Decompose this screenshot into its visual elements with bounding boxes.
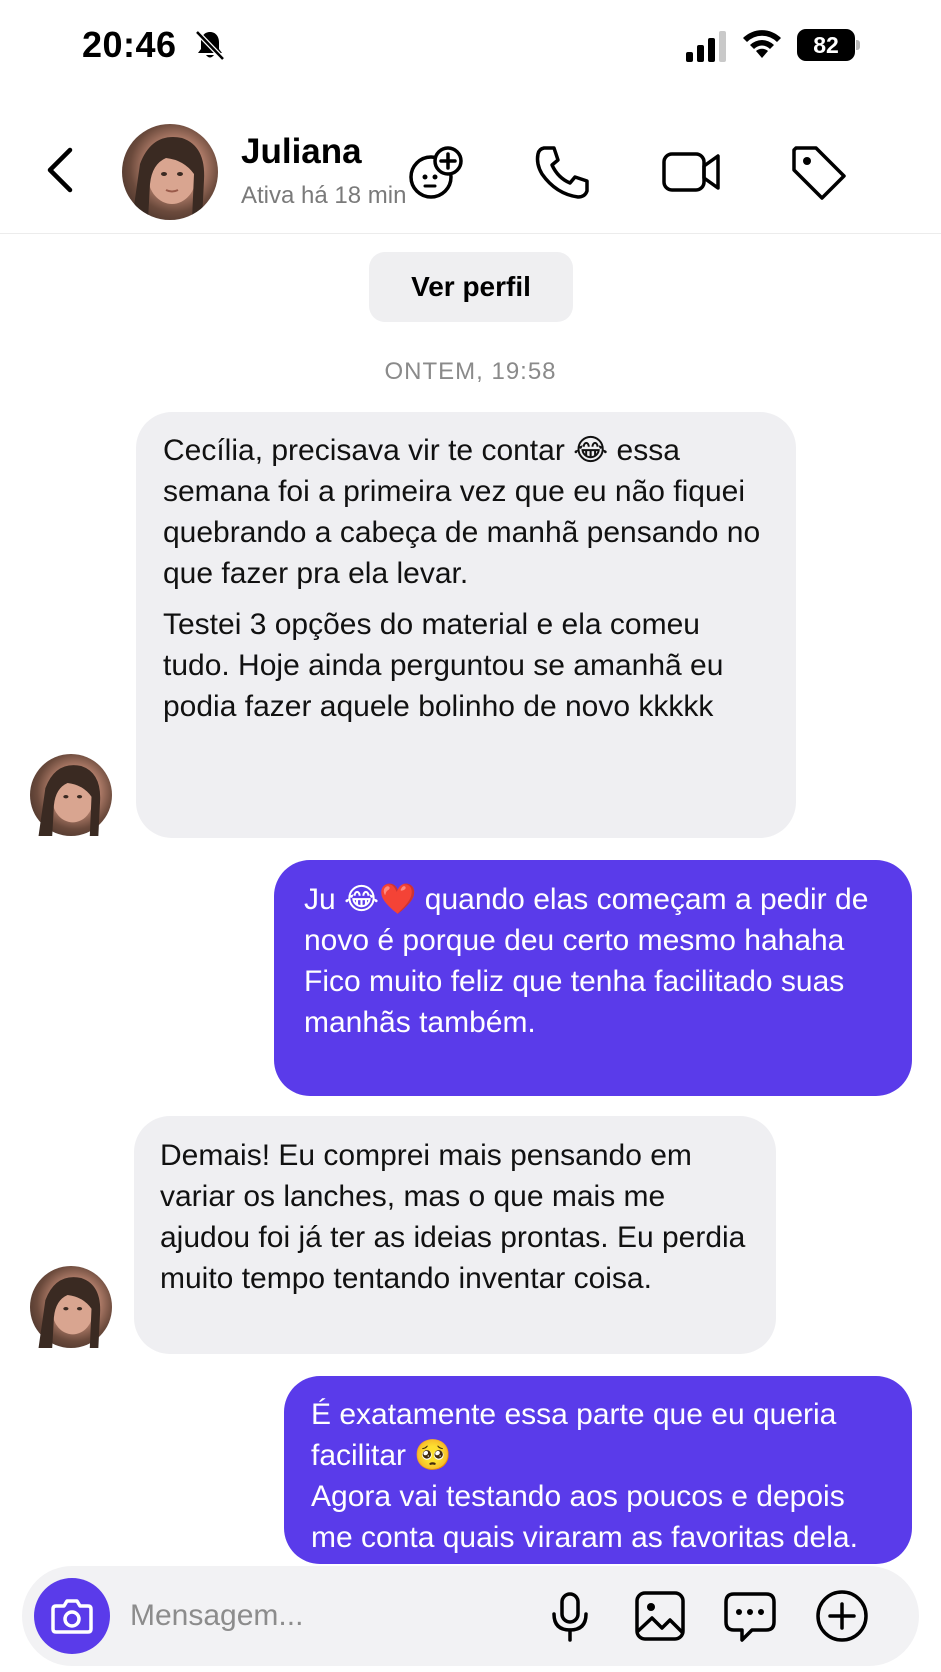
avatar-photo bbox=[38, 1277, 101, 1348]
message-bubble-incoming[interactable]: Demais! Eu comprei mais pensando em vari… bbox=[134, 1116, 776, 1354]
camera-button[interactable] bbox=[34, 1578, 110, 1654]
image-icon[interactable] bbox=[632, 1588, 688, 1644]
battery-level: 82 bbox=[797, 29, 855, 61]
view-profile-button[interactable]: Ver perfil bbox=[369, 252, 573, 322]
message-bubble-outgoing[interactable]: É exatamente essa parte que eu queria fa… bbox=[284, 1376, 912, 1564]
battery-tip bbox=[856, 40, 860, 50]
message-text: Cecília, precisava vir te contar 😂 essa … bbox=[163, 434, 761, 590]
wifi-icon bbox=[743, 30, 781, 58]
message-text: Fico muito feliz que tenha facilitado su… bbox=[304, 965, 845, 1039]
tag-icon[interactable] bbox=[786, 140, 850, 204]
message-text: Demais! Eu comprei mais pensando em vari… bbox=[160, 1139, 746, 1295]
camera-icon bbox=[51, 1599, 93, 1634]
avatar-photo bbox=[38, 765, 101, 836]
message-text: Ju 😂❤️ quando elas começam a pedir de no… bbox=[304, 883, 869, 957]
microphone-icon[interactable] bbox=[542, 1588, 598, 1644]
back-chevron-icon[interactable] bbox=[36, 140, 86, 200]
contact-avatar[interactable] bbox=[122, 124, 218, 220]
bell-slash-icon bbox=[195, 30, 225, 61]
message-timestamp: ONTEM, 19:58 bbox=[384, 358, 557, 385]
sticker-add-icon[interactable] bbox=[404, 140, 468, 204]
plus-circle-icon[interactable] bbox=[814, 1588, 870, 1644]
battery-icon: 82 bbox=[797, 29, 861, 61]
chat-header: Juliana Ativa há 18 min bbox=[0, 110, 941, 234]
avatar-photo bbox=[132, 137, 205, 220]
sender-avatar[interactable] bbox=[30, 1266, 112, 1348]
message-text: É exatamente essa parte que eu queria fa… bbox=[311, 1398, 837, 1472]
message-bubble-outgoing[interactable]: Ju 😂❤️ quando elas começam a pedir de no… bbox=[274, 860, 912, 1096]
message-text: Testei 3 opções do material e ela comeu … bbox=[163, 608, 724, 723]
contact-name[interactable]: Juliana bbox=[241, 132, 362, 172]
status-time: 20:46 bbox=[82, 24, 177, 65]
cellular-signal-icon bbox=[686, 31, 726, 62]
chat-bubble-icon[interactable] bbox=[722, 1588, 778, 1644]
phone-icon[interactable] bbox=[530, 140, 594, 204]
contact-activity-status: Ativa há 18 min bbox=[241, 182, 407, 209]
message-text: Agora vai testando aos poucos e depois m… bbox=[311, 1480, 858, 1554]
message-input[interactable] bbox=[130, 1588, 530, 1644]
message-composer bbox=[22, 1566, 919, 1666]
sender-avatar[interactable] bbox=[30, 754, 112, 836]
status-bar: 20:46 82 bbox=[0, 0, 941, 95]
video-camera-icon[interactable] bbox=[660, 140, 724, 204]
message-bubble-incoming[interactable]: Cecília, precisava vir te contar 😂 essa … bbox=[136, 412, 796, 838]
